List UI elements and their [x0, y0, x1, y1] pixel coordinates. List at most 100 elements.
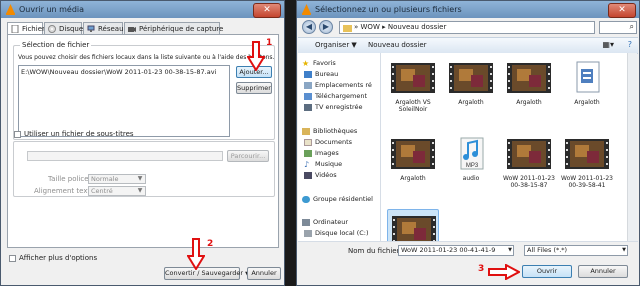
sidebar-item-music[interactable]: ♪ Musique [304, 160, 342, 169]
library-icon [302, 128, 310, 135]
file-list-item[interactable]: E:\WOW\Nouveau dossier\WoW 2011-01-23 00… [21, 68, 216, 76]
file-list-view: Argaloth VS SoleilNoir Argaloth Argaloth Ar… [381, 53, 627, 279]
annotation-arrow-3-icon [488, 264, 520, 280]
subtitle-checkbox[interactable] [14, 131, 21, 138]
vlc-cone-icon [6, 4, 15, 15]
search-icon: ⌕ [629, 22, 634, 31]
cancel-button[interactable]: Annuler [578, 265, 628, 278]
more-options-label: Afficher plus d'options [19, 254, 98, 262]
view-options-icon[interactable]: ▦▾ [602, 38, 614, 52]
file-picker-dialog: Sélectionnez un ou plusieurs fichiers ✕ … [296, 0, 640, 286]
libraries-header[interactable]: Bibliothèques [302, 127, 357, 136]
file-icon [11, 25, 19, 33]
sidebar-item-desktop[interactable]: Bureau [304, 70, 338, 79]
font-size-select[interactable]: Normale ▼ [88, 174, 146, 184]
file-item[interactable]: Argaloth [561, 57, 613, 127]
chevron-down-icon: ▼ [622, 247, 626, 253]
file-name: WoW 2011-01-23 00-39-58-41 [561, 175, 613, 189]
file-name: Argaloth [574, 99, 600, 106]
desktop-icon [304, 71, 312, 78]
sidebar-item-recent-places[interactable]: Emplacements ré [304, 81, 372, 90]
open-media-title: Ouvrir un média [19, 5, 85, 14]
sidebar-item-local-disk[interactable]: Disque local (C:) [304, 229, 369, 238]
annotation-arrow-2-icon [187, 238, 205, 270]
document-icon [576, 61, 600, 93]
annotation-number-1: 1 [266, 38, 273, 48]
music-icon: ♪ [304, 160, 310, 169]
star-icon: ★ [302, 59, 310, 68]
file-name: Argaloth VS SoleilNoir [395, 99, 431, 113]
file-item[interactable]: Argaloth [503, 57, 555, 127]
file-name: audio [462, 175, 480, 182]
open-media-titlebar: Ouvrir un média ✕ [1, 1, 284, 18]
sidebar-item-videos[interactable]: Vidéos [304, 171, 337, 180]
breadcrumb-wow[interactable]: WOW [361, 23, 380, 31]
file-tab-panel: Sélection de fichier Vous pouvez choisir… [7, 34, 279, 248]
sidebar-item-documents[interactable]: Documents [304, 138, 352, 147]
file-item[interactable]: WoW 2011-01-23 00-39-58-41 [561, 133, 613, 203]
close-button[interactable]: ✕ [608, 3, 636, 18]
video-thumbnail-icon [565, 139, 609, 169]
sidebar-item-homegroup[interactable]: Groupe résidentiel [302, 195, 373, 204]
navigation-pane: ★ Favoris Bureau Emplacements ré Télécha… [298, 53, 381, 241]
search-input[interactable]: ⌕ [599, 21, 637, 34]
address-bar[interactable]: » WOW ▸ Nouveau dossier [339, 21, 595, 34]
sidebar-item-images[interactable]: Images [304, 149, 339, 158]
video-thumbnail-icon [507, 139, 551, 169]
vertical-scrollbar[interactable] [627, 53, 637, 241]
file-item[interactable]: Argaloth [445, 57, 497, 127]
file-list[interactable]: E:\WOW\Nouveau dossier\WoW 2011-01-23 00… [18, 65, 230, 137]
downloads-icon [304, 93, 312, 100]
breadcrumb-nouveau-dossier[interactable]: Nouveau dossier [388, 23, 447, 31]
file-item[interactable]: MP3 audio [445, 133, 497, 203]
organize-button[interactable]: Organiser ▼ [315, 38, 357, 52]
file-name: Argaloth [516, 99, 542, 106]
documents-icon [304, 139, 312, 146]
toolbar: Organiser ▼ Nouveau dossier ▦▾ ? [298, 37, 638, 54]
file-item[interactable]: Argaloth [387, 133, 439, 203]
computer-header[interactable]: Ordinateur [302, 218, 348, 227]
arrow-left-icon: ◀ [305, 22, 313, 31]
videos-icon [304, 172, 312, 179]
filename-combobox[interactable]: WoW 2011-01-23 00-41-41-9 ▼ [398, 245, 514, 256]
audio-file-icon: MP3 [460, 137, 484, 170]
cancel-button[interactable]: Annuler [247, 267, 281, 280]
capture-device-icon [128, 27, 136, 32]
computer-icon [302, 219, 310, 226]
new-folder-button[interactable]: Nouveau dossier [368, 38, 427, 52]
open-button[interactable]: Ouvrir [522, 265, 572, 278]
subtitle-checkbox-label: Utiliser un fichier de sous-titres [24, 130, 134, 138]
sidebar-item-recorded-tv[interactable]: TV enregistrée [304, 103, 363, 112]
alignment-select[interactable]: Centré ▼ [88, 186, 146, 196]
back-button[interactable]: ◀ [302, 20, 316, 34]
video-thumbnail-icon [449, 63, 493, 93]
file-selection-description: Vous pouvez choisir des fichiers locaux … [18, 54, 275, 61]
file-name: Argaloth [458, 99, 484, 106]
forward-button[interactable]: ▶ [319, 20, 333, 34]
help-icon[interactable]: ? [628, 38, 632, 52]
sidebar-item-downloads[interactable]: Téléchargement [304, 92, 367, 101]
subtitle-group: Parcourir... Taille police : Normale ▼ A… [13, 141, 275, 197]
close-button[interactable]: ✕ [253, 3, 281, 18]
browse-button[interactable]: Parcourir... [227, 150, 269, 162]
images-icon [304, 150, 312, 157]
open-media-dialog: Ouvrir un média ✕ Fichier Disque Réseau … [0, 0, 285, 286]
more-options-checkbox[interactable] [9, 255, 16, 262]
annotation-arrow-1-icon [247, 41, 265, 71]
favorites-header[interactable]: ★ Favoris [302, 59, 336, 68]
chevron-down-icon: ▼ [508, 247, 512, 253]
filename-label: Nom du fichier : [348, 247, 405, 255]
chevron-down-icon: ▼ [137, 187, 143, 194]
file-selection-title: Sélection de fichier [20, 41, 92, 49]
vlc-cone-icon [302, 4, 311, 15]
font-size-label: Taille police : [48, 175, 94, 183]
file-type-filter[interactable]: All Files (*.*) ▼ [524, 245, 628, 256]
subtitle-path-field[interactable] [27, 151, 223, 161]
file-picker-titlebar: Sélectionnez un ou plusieurs fichiers ✕ [297, 1, 639, 18]
file-item[interactable]: WoW 2011-01-23 00-38-15-87 [503, 133, 555, 203]
remove-button[interactable]: Supprimer [236, 82, 272, 94]
svg-text:MP3: MP3 [466, 163, 479, 169]
drive-icon [304, 230, 312, 237]
file-picker-title: Sélectionnez un ou plusieurs fichiers [315, 5, 462, 14]
file-item[interactable]: Argaloth VS SoleilNoir [387, 57, 439, 127]
